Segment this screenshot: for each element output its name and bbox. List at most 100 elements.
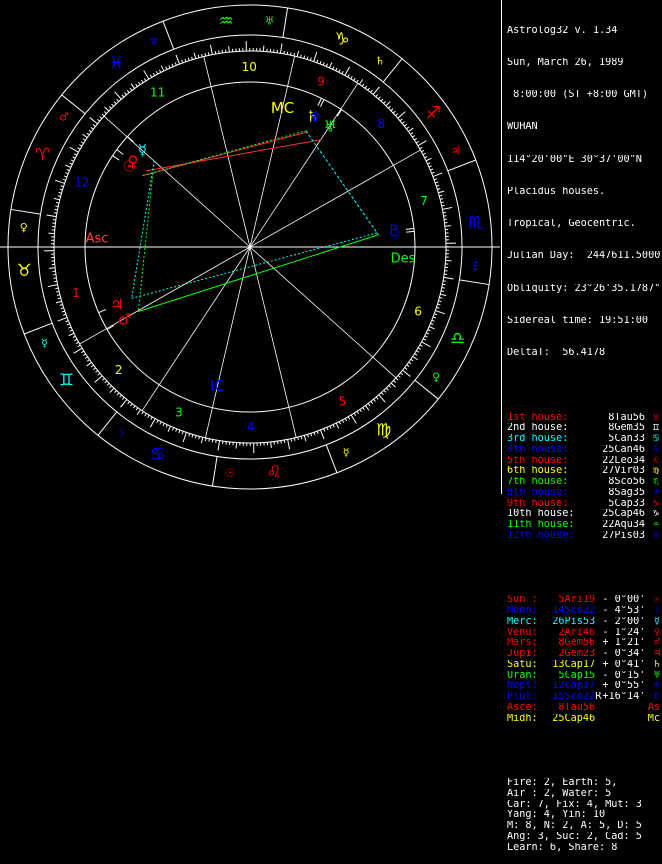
- planet-latitude: + 1°21': [602, 638, 647, 649]
- degree-tick: [357, 80, 359, 83]
- chart-date: Sun, March 26, 1989: [507, 58, 660, 69]
- degree-tick: [151, 417, 152, 420]
- degree-tick: [65, 165, 70, 167]
- house-cusp-line: [204, 57, 250, 247]
- house-label: 9th house:: [507, 499, 561, 510]
- degree-tick: [114, 102, 116, 104]
- degree-tick: [139, 82, 141, 84]
- degree-tick: [402, 370, 410, 376]
- degree-tick: [90, 118, 98, 124]
- degree-tick: [93, 368, 95, 370]
- degree-tick: [76, 342, 79, 343]
- degree-tick: [74, 348, 83, 353]
- planet-glyph: ♅: [324, 117, 337, 135]
- degree-tick: [307, 57, 308, 60]
- degree-tick: [294, 438, 295, 441]
- planet-row: Mars:8Gem56 + 1°21'♂: [507, 638, 660, 649]
- planet-glyph: ☿: [138, 141, 147, 159]
- planet-position: 13Cap17: [550, 660, 595, 671]
- degree-tick: [176, 429, 177, 432]
- house-cusp-value: 8Sco56: [561, 477, 645, 488]
- planet-icon: As: [647, 703, 660, 714]
- degree-tick: [128, 402, 130, 404]
- sign-ruler-icon: ♇: [471, 260, 481, 273]
- degree-tick: [436, 185, 439, 186]
- degree-tick: [415, 354, 418, 356]
- degree-tick: [398, 112, 406, 119]
- degree-tick: [333, 67, 334, 70]
- degree-tick: [110, 388, 114, 392]
- zodiac-sign-icon: ♌: [266, 463, 281, 483]
- degree-tick: [73, 157, 76, 158]
- planet-label: Venu:: [507, 628, 550, 639]
- degree-tick: [131, 84, 135, 89]
- degree-tick: [215, 51, 216, 54]
- stat-line: M: 8, N: 2, A: 5, D: 5: [507, 821, 660, 832]
- planet-position: 14Sco22: [550, 606, 595, 617]
- degree-tick: [105, 381, 107, 383]
- planet-icon: Mc: [647, 714, 660, 725]
- house-cusp-value: 22Aqu34: [561, 520, 645, 531]
- planet-latitude: - 0°00': [602, 595, 647, 606]
- degree-tick: [212, 439, 213, 442]
- panel-divider: [501, 0, 502, 494]
- planet-glyph: ♃: [110, 296, 123, 314]
- zodiac-sign-icon: ♐: [426, 103, 441, 123]
- degree-tick: [148, 415, 150, 418]
- planet-latitude: [602, 714, 647, 725]
- retrograde-flag: [595, 595, 602, 606]
- house-number: 1: [72, 286, 80, 300]
- degree-tick: [317, 431, 318, 434]
- degree-tick: [434, 179, 437, 180]
- sign-boundary: [448, 160, 476, 171]
- degree-tick: [389, 385, 391, 387]
- degree-tick: [442, 207, 452, 209]
- degree-tick: [418, 141, 427, 146]
- degree-tick: [432, 320, 435, 321]
- degree-tick: [161, 66, 164, 71]
- degree-tick: [383, 101, 385, 103]
- sign-ruler-icon: ♀: [432, 370, 440, 383]
- degree-tick: [433, 317, 436, 318]
- planet-pointer: [320, 100, 324, 107]
- stat-line: Air : 2, Water: 5: [507, 789, 660, 800]
- sign-ruler-icon: ☽: [115, 427, 125, 440]
- degree-tick: [56, 202, 59, 203]
- stat-line: Ang: 3, Suc: 2, Cad: 5: [507, 832, 660, 843]
- degree-tick: [95, 376, 103, 383]
- degree-tick: [404, 124, 406, 126]
- ascendant-label: Asc: [86, 232, 109, 247]
- degree-tick: [114, 391, 116, 393]
- degree-tick: [78, 148, 81, 149]
- degree-tick: [169, 65, 170, 68]
- degree-tick: [354, 78, 356, 81]
- retrograde-flag: [595, 617, 602, 628]
- planet-latitude: - 1°24': [602, 628, 647, 639]
- degree-tick: [418, 348, 421, 350]
- sign-ruler-icon: ♃: [451, 144, 461, 157]
- degree-tick: [422, 342, 431, 347]
- degree-tick: [61, 186, 64, 187]
- degree-tick: [73, 336, 76, 337]
- degree-tick: [442, 288, 445, 289]
- planet-row: Midh:25Cap46 Mc: [507, 714, 660, 725]
- degree-tick: [166, 425, 167, 428]
- planet-row: Nept:12Cap17 + 0°55'♆: [507, 681, 660, 692]
- sign-ruler-icon: ☿: [41, 337, 48, 350]
- degree-tick: [71, 160, 74, 161]
- degree-tick: [438, 301, 441, 302]
- degree-tick: [70, 330, 73, 331]
- degree-tick: [59, 192, 62, 193]
- degree-tick: [359, 79, 362, 84]
- degree-tick: [342, 420, 343, 423]
- degree-tick: [65, 173, 68, 174]
- degree-tick: [55, 288, 58, 289]
- sign-icon: ♏: [645, 477, 659, 488]
- planet-label: Mars:: [507, 638, 550, 649]
- house-cusp-value: 25Cap46: [561, 509, 645, 520]
- degree-tick: [202, 54, 203, 57]
- degree-tick: [141, 80, 143, 83]
- degree-tick: [378, 97, 380, 99]
- retrograde-flag: [595, 703, 602, 714]
- degree-tick: [393, 111, 395, 113]
